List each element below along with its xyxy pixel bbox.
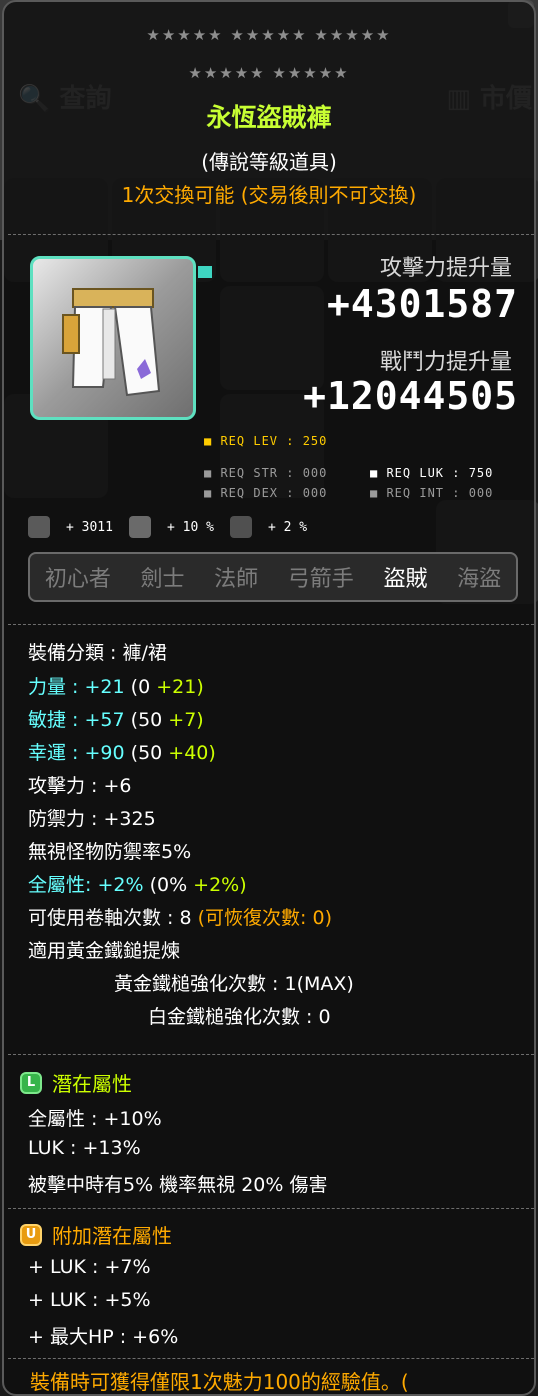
req-str: ■ REQ STR : 000	[204, 466, 328, 480]
bonus-stats-row: + 3011 + 10 % + 2 %	[28, 510, 317, 544]
stat-label: 全屬性:	[28, 874, 92, 896]
stat-bonus: +40)	[168, 742, 216, 764]
stat-base: (0%	[149, 874, 188, 896]
job-beginner: 初心者	[44, 567, 111, 592]
divider	[8, 624, 534, 625]
stat-bonus: +7)	[168, 709, 204, 731]
potential-header: L 潛在屬性	[20, 1068, 132, 1097]
equip-charm-note: 裝備時可獲得僅限1次魅力100的經驗值。(	[30, 1370, 409, 1394]
flag-icon	[198, 266, 212, 278]
scroll-recover: (可恢復次數: 0)	[197, 907, 332, 929]
req-luk: ■ REQ LUK : 750	[370, 466, 494, 480]
stat-base: (50	[130, 709, 163, 731]
stat-total: +2%	[97, 874, 144, 896]
req-int: ■ REQ INT : 000	[370, 486, 494, 500]
attack-increase-value: +4301587	[326, 282, 518, 326]
stat-all: 全屬性: +2% (0% +2%)	[28, 870, 247, 897]
stat-ignore-def: 無視怪物防禦率5%	[28, 841, 192, 863]
job-warrior: 劍士	[140, 567, 185, 592]
req-level: ■ REQ LEV : 250	[204, 434, 328, 448]
shield-icon	[229, 516, 252, 538]
item-icon	[30, 256, 196, 420]
additional-potential-line: + LUK : +5%	[28, 1289, 151, 1311]
combat-increase-value: +12044505	[303, 374, 518, 418]
stat-luk: 幸運 : +90 (50 +40)	[28, 738, 216, 765]
job-requirement-bar: 初心者 劍士 法師 弓箭手 盜賊 海盜	[28, 552, 518, 602]
legendary-potential-icon: L	[20, 1071, 42, 1094]
divider	[8, 1358, 534, 1359]
stat-bonus: +2%)	[193, 874, 247, 896]
bonus-value: + 3011	[66, 519, 113, 535]
divider	[8, 1054, 534, 1055]
stat-label: 敏捷 :	[28, 709, 79, 731]
item-tooltip: ★★★★★ ★★★★★ ★★★★★ ★★★★★ ★★★★★ 永恆盜賊褲 (傳說等…	[2, 0, 536, 1396]
equip-category: 裝備分類 : 褲/裙	[28, 642, 167, 664]
boss-icon	[128, 516, 151, 538]
stat-base: (50	[130, 742, 163, 764]
pants-icon	[62, 288, 161, 397]
additional-potential-line: + LUK : +7%	[28, 1256, 151, 1278]
star-force-row-2: ★★★★★ ★★★★★	[188, 64, 350, 82]
additional-potential-title: 附加潛在屬性	[52, 1224, 172, 1248]
stat-base: (0	[130, 676, 151, 698]
trade-note: 1次交換可能 (交易後則不可交換)	[121, 183, 417, 207]
damage-icon	[28, 516, 50, 538]
stat-defense: 防禦力 : +325	[28, 808, 156, 830]
potential-line: 全屬性 : +10%	[28, 1108, 162, 1130]
job-magician: 法師	[214, 567, 259, 592]
potential-title: 潛在屬性	[52, 1072, 132, 1096]
combat-increase-label: 戰鬥力提升量	[379, 350, 512, 375]
stat-total: +21	[84, 676, 125, 698]
stat-str: 力量 : +21 (0 +21)	[28, 672, 204, 699]
platinum-hammer-count: 白金鐵槌強化次數 : 0	[148, 1006, 331, 1028]
job-pirate: 海盜	[457, 567, 502, 592]
star-force-row-1: ★★★★★ ★★★★★ ★★★★★	[146, 26, 392, 44]
golden-hammer-applied: 適用黃金鐵鎚提煉	[28, 940, 181, 962]
item-name: 永恆盜賊褲	[206, 103, 332, 132]
additional-potential-line: + 最大HP : +6%	[28, 1326, 179, 1348]
additional-potential-header: U 附加潛在屬性	[20, 1220, 172, 1249]
potential-line: 被擊中時有5% 機率無視 20% 傷害	[28, 1174, 328, 1196]
item-grade: (傳說等級道具)	[201, 150, 337, 174]
scroll-count: 可使用卷軸次數 : 8	[28, 907, 192, 929]
bonus-value: + 10 %	[166, 519, 214, 535]
stat-total: +90	[84, 742, 125, 764]
stat-label: 力量 :	[28, 676, 79, 698]
potential-line: LUK : +13%	[28, 1137, 141, 1159]
stat-bonus: +21)	[156, 676, 204, 698]
scroll-slots: 可使用卷軸次數 : 8 (可恢復次數: 0)	[28, 903, 332, 930]
divider	[8, 1208, 534, 1209]
job-thief: 盜賊	[383, 567, 428, 592]
job-archer: 弓箭手	[287, 567, 354, 592]
attack-increase-label: 攻擊力提升量	[379, 256, 512, 281]
unique-potential-icon: U	[20, 1223, 42, 1246]
stat-total: +57	[84, 709, 125, 731]
bonus-value: + 2 %	[267, 519, 308, 535]
stat-attack: 攻擊力 : +6	[28, 775, 132, 797]
req-dex: ■ REQ DEX : 000	[204, 486, 328, 500]
stat-label: 幸運 :	[28, 742, 79, 764]
divider	[8, 234, 534, 235]
stat-dex: 敏捷 : +57 (50 +7)	[28, 705, 204, 732]
golden-hammer-count: 黃金鐵槌強化次數 : 1(MAX)	[114, 973, 354, 995]
